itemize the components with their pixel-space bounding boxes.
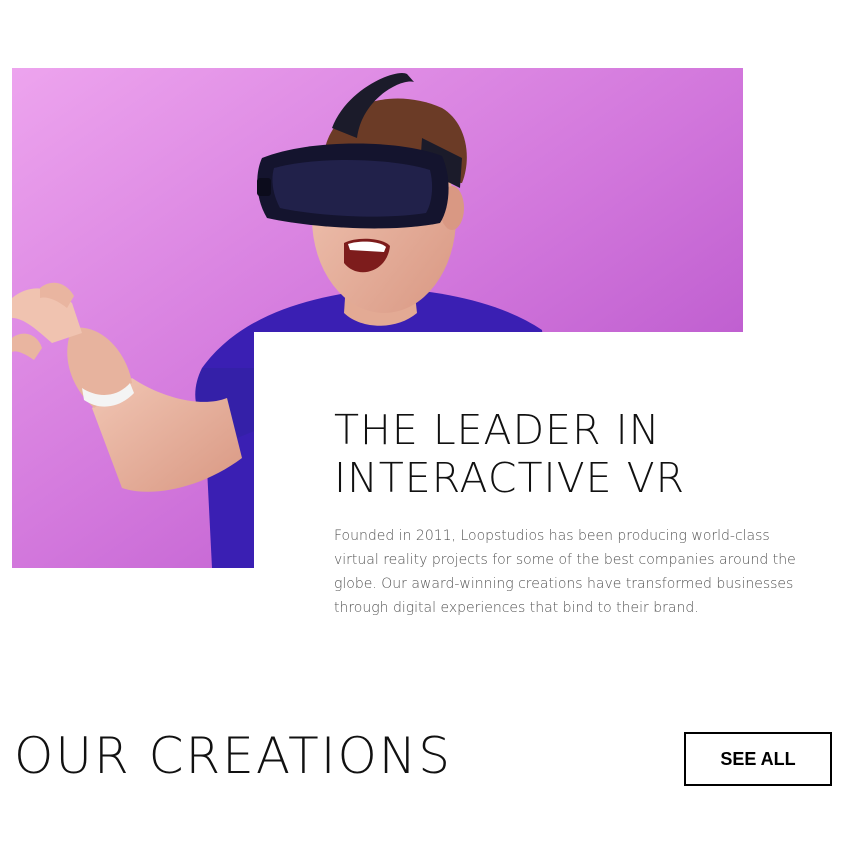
headline-line-2: INTERACTIVE VR [334, 454, 686, 502]
about-description: Founded in 2011, Loopstudios has been pr… [334, 528, 796, 616]
about-headline: THE LEADER IN INTERACTIVE VR [334, 406, 814, 502]
about-text-card: THE LEADER IN INTERACTIVE VR Founded in … [254, 332, 843, 632]
see-all-button[interactable]: SEE ALL [684, 732, 832, 786]
creations-title: OUR CREATIONS [14, 727, 452, 785]
headline-line-1: THE LEADER IN [334, 406, 661, 454]
